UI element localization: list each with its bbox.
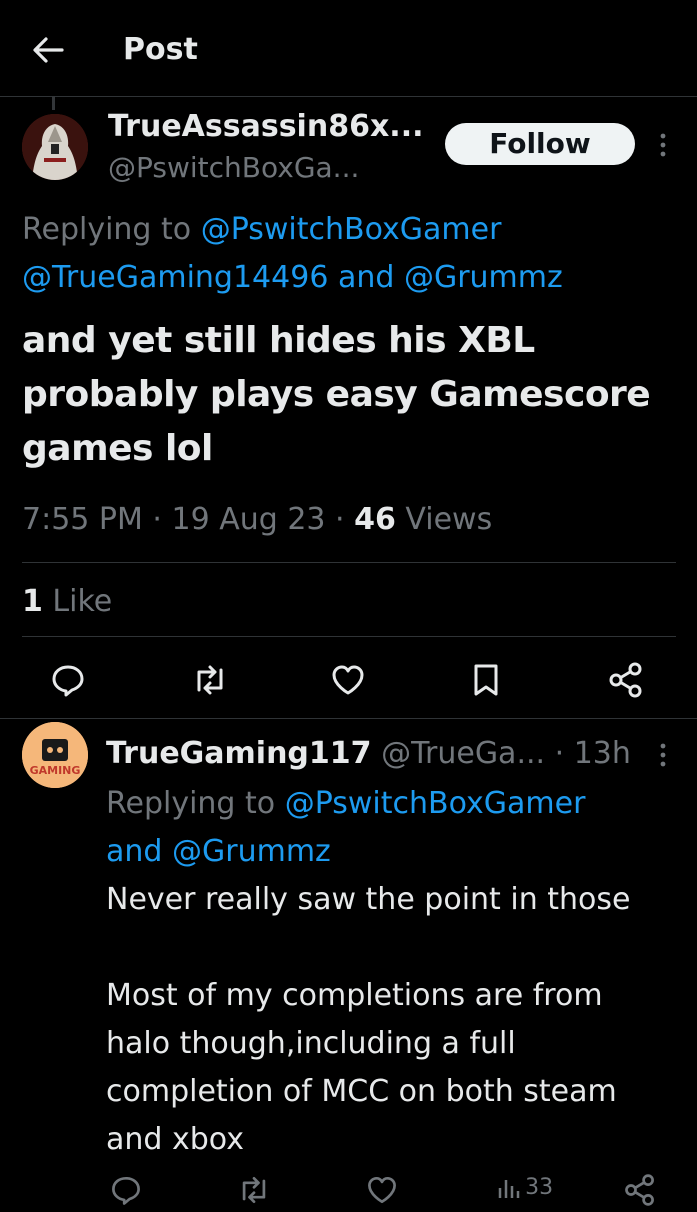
- follow-button[interactable]: Follow: [445, 123, 635, 165]
- views-count: 33: [525, 1175, 554, 1200]
- share-icon[interactable]: [606, 660, 646, 700]
- post-time[interactable]: 7:55 PM: [22, 502, 143, 537]
- replying-to: Replying to @PswitchBoxGamer @TrueGaming…: [22, 212, 563, 295]
- author-handle[interactable]: @PswitchBoxGa...: [108, 150, 359, 186]
- avatar[interactable]: GAMING: [22, 722, 88, 788]
- replying-to: Replying to @PswitchBoxGamer and @Grummz: [106, 786, 586, 869]
- likes-summary[interactable]: 1 Like: [22, 582, 112, 622]
- thread-connector: [52, 96, 55, 110]
- back-arrow-icon[interactable]: [28, 30, 68, 70]
- like-icon[interactable]: [328, 660, 368, 700]
- mention-link[interactable]: @Grummz: [404, 260, 563, 295]
- retweet-icon[interactable]: [236, 1172, 272, 1208]
- divider: [22, 562, 676, 563]
- retweet-icon[interactable]: [190, 660, 230, 700]
- like-icon[interactable]: [364, 1172, 400, 1208]
- post-date[interactable]: 19 Aug 23: [172, 502, 326, 537]
- reply-author-handle[interactable]: @TrueGa...: [381, 736, 545, 771]
- views-button[interactable]: 33: [496, 1176, 553, 1200]
- divider: [22, 636, 676, 637]
- page-title: Post: [123, 32, 198, 67]
- post-metadata: 7:55 PM · 19 Aug 23 · 46 Views: [22, 502, 493, 537]
- mention-link[interactable]: @TrueGaming14496: [22, 260, 328, 295]
- views-count: 46: [354, 502, 396, 537]
- reply-icon[interactable]: [48, 660, 88, 700]
- reply-author-name[interactable]: TrueGaming117: [106, 736, 372, 771]
- mention-link[interactable]: @PswitchBoxGamer: [285, 786, 586, 821]
- more-options-icon[interactable]: [652, 130, 674, 160]
- svg-text:GAMING: GAMING: [30, 764, 81, 777]
- share-icon[interactable]: [622, 1172, 658, 1208]
- divider: [0, 718, 697, 719]
- mention-link[interactable]: @Grummz: [172, 834, 331, 869]
- bookmark-icon[interactable]: [466, 660, 506, 700]
- views-icon: [498, 1180, 520, 1198]
- more-options-icon[interactable]: [652, 740, 674, 770]
- reply-time[interactable]: 13h: [574, 736, 631, 771]
- top-bar: Post: [0, 0, 697, 97]
- author-name[interactable]: TrueAssassin86x...: [108, 108, 423, 146]
- avatar[interactable]: [22, 114, 88, 180]
- reply-text: Never really saw the point in those Most…: [106, 882, 631, 1157]
- mention-link[interactable]: @PswitchBoxGamer: [201, 212, 502, 247]
- post-text: and yet still hides his XBL probably pla…: [22, 320, 651, 469]
- reply-header: TrueGaming117 @TrueGa... · 13h: [106, 736, 631, 771]
- reply-icon[interactable]: [108, 1172, 144, 1208]
